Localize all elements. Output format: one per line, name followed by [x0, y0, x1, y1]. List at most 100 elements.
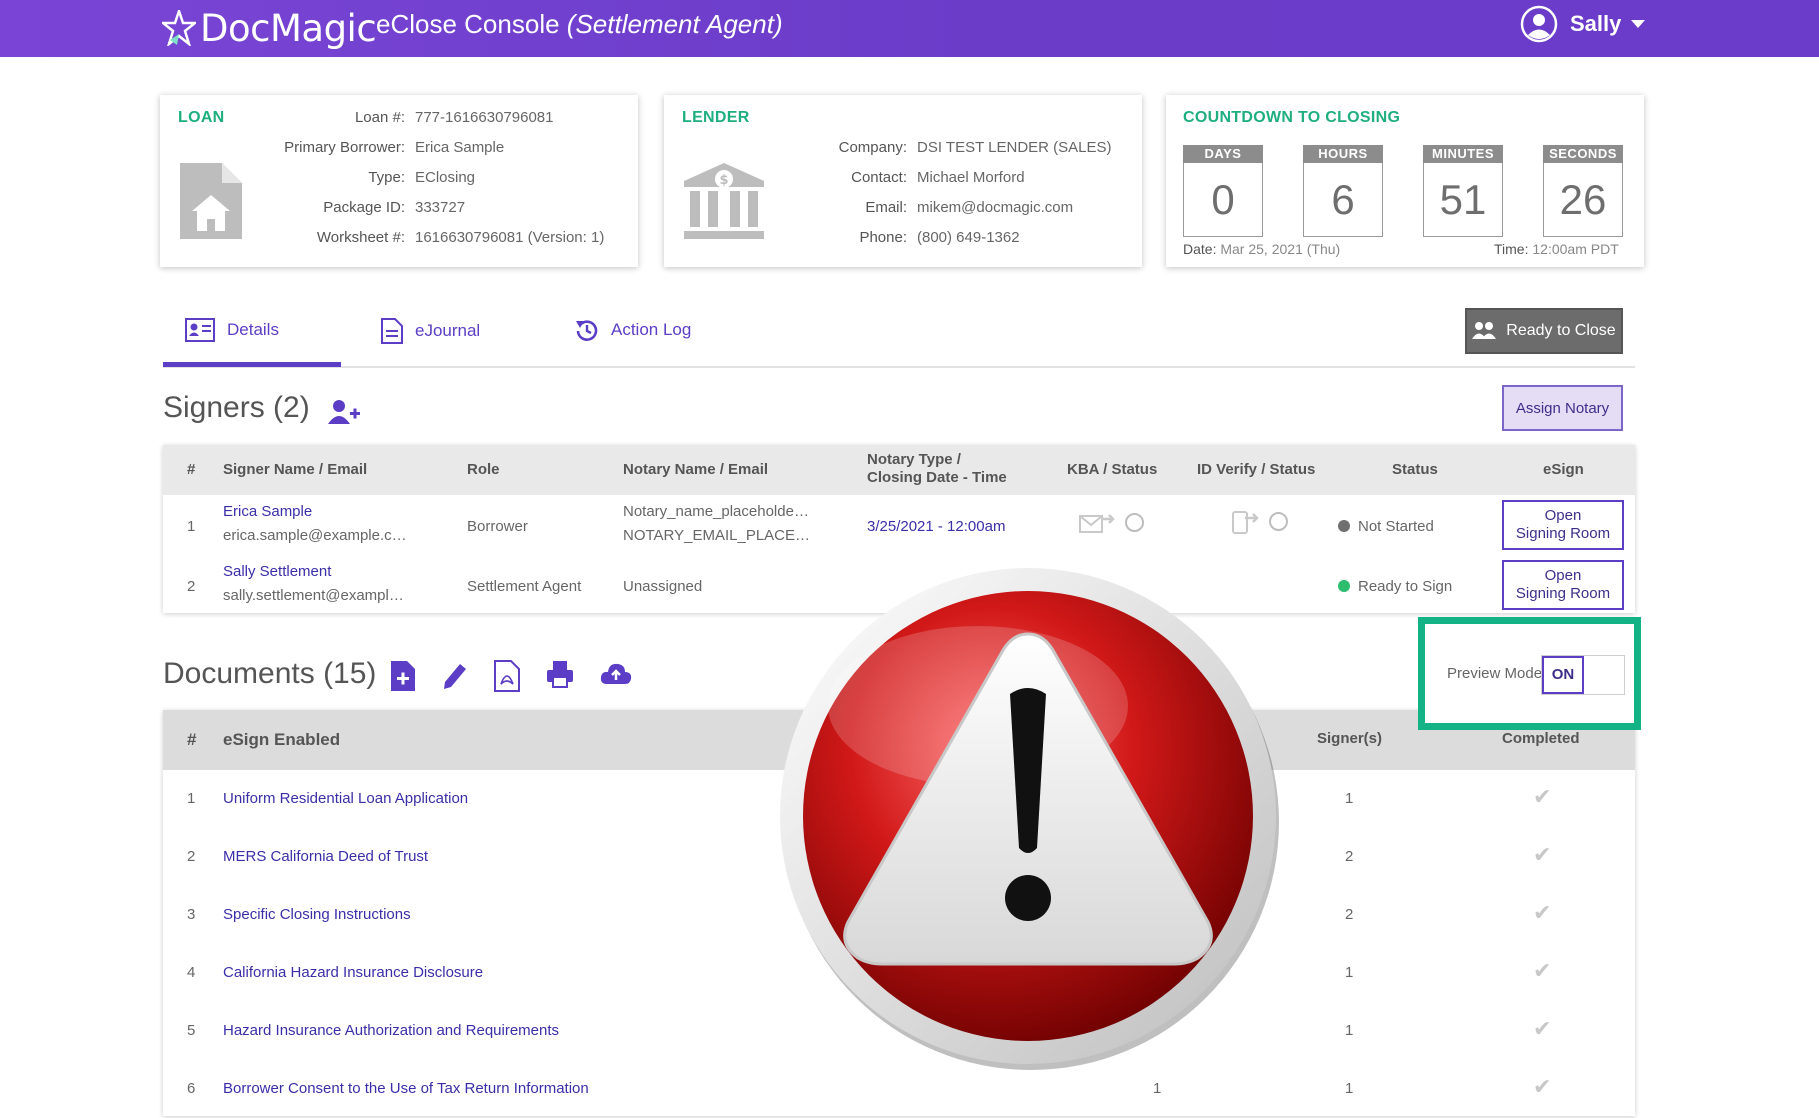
- document-link[interactable]: Uniform Residential Loan Application: [223, 790, 468, 807]
- completed-check-icon: ✔: [1533, 1016, 1552, 1041]
- table-row: 1 Erica Sample erica.sample@example.c… B…: [163, 495, 1635, 555]
- document-signers: 1: [1345, 1080, 1354, 1097]
- id-verify-icon: [1232, 511, 1259, 534]
- countdown-days: DAYS 0: [1183, 145, 1263, 237]
- ready-to-close-label: Ready to Close: [1506, 322, 1616, 339]
- add-signer-icon[interactable]: [328, 398, 360, 426]
- countdown-unit-label: DAYS: [1183, 145, 1263, 163]
- signer-status-text: Ready to Sign: [1358, 578, 1453, 595]
- ready-to-close-button[interactable]: Ready to Close: [1465, 308, 1623, 354]
- pdf-icon[interactable]: [494, 660, 520, 692]
- print-icon[interactable]: [546, 660, 574, 688]
- signer-email: sally.settlement@exampl…: [223, 587, 404, 604]
- signers-table-header: # Signer Name / Email Role Notary Name /…: [163, 445, 1635, 495]
- col-status: Status: [1392, 461, 1438, 478]
- field-label: Company:: [838, 139, 907, 156]
- documents-title: Documents (15): [163, 657, 377, 690]
- open-signing-room-button[interactable]: Open Signing Room: [1502, 560, 1624, 610]
- tab-ejournal[interactable]: eJournal: [381, 318, 480, 344]
- document-link[interactable]: MERS California Deed of Trust: [223, 848, 428, 865]
- docmagic-logo[interactable]: DocMagic: [162, 6, 377, 50]
- countdown-unit-label: HOURS: [1303, 145, 1383, 163]
- signer-name-link[interactable]: Erica Sample: [223, 503, 312, 520]
- user-menu[interactable]: Sally: [1520, 5, 1646, 43]
- notary-name: Unassigned: [623, 578, 703, 595]
- countdown-unit-value: 0: [1183, 163, 1263, 237]
- logo-text: DocMagic: [200, 6, 377, 50]
- document-link[interactable]: Borrower Consent to the Use of Tax Retur…: [223, 1080, 589, 1097]
- completed-check-icon: ✔: [1533, 784, 1552, 809]
- countdown-date-value: Mar 25, 2021 (Thu): [1220, 241, 1341, 257]
- tab-action-log[interactable]: Action Log: [575, 318, 691, 342]
- notary-email: NOTARY_EMAIL_PLACE…: [623, 527, 811, 544]
- field-label: Type:: [368, 169, 405, 186]
- assign-notary-button[interactable]: Assign Notary: [1502, 385, 1623, 431]
- row-num: 4: [187, 964, 196, 981]
- preview-mode-label: Preview Mode: [1447, 665, 1543, 682]
- countdown-unit-value: 51: [1423, 163, 1503, 237]
- add-document-icon[interactable]: [390, 660, 416, 692]
- loan-field-row: Package ID: 333727: [270, 193, 604, 223]
- lender-field-row: Phone: (800) 649-1362: [784, 223, 1112, 253]
- document-link[interactable]: Specific Closing Instructions: [223, 906, 411, 923]
- notary-name: Notary_name_placeholde…: [623, 503, 809, 520]
- document-link[interactable]: California Hazard Insurance Disclosure: [223, 964, 483, 981]
- open-signing-room-button[interactable]: Open Signing Room: [1502, 500, 1624, 550]
- tab-label: eJournal: [415, 321, 481, 340]
- id-verify-circle-icon: [1269, 511, 1288, 531]
- warning-icon: [780, 568, 1279, 1070]
- countdown-minutes: MINUTES 51: [1423, 145, 1503, 237]
- lender-card: LENDER $ Company: DSI TEST LENDER (SALES)…: [664, 95, 1142, 267]
- tab-label: Details: [227, 320, 279, 339]
- document-signers: 2: [1345, 906, 1354, 923]
- status-dot-icon: [1338, 520, 1350, 532]
- countdown-card: COUNTDOWN TO CLOSING DAYS 0 HOURS 6 MINU…: [1166, 95, 1644, 267]
- lender-fields: Company: DSI TEST LENDER (SALES) Contact:…: [784, 133, 1112, 253]
- star-logo-icon: [162, 10, 196, 46]
- countdown-unit-value: 6: [1303, 163, 1383, 237]
- signer-name-link[interactable]: Sally Settlement: [223, 563, 331, 580]
- house-document-icon: [180, 163, 242, 239]
- lender-field-row: Company: DSI TEST LENDER (SALES): [784, 133, 1112, 163]
- preview-mode-on-state: ON: [1542, 656, 1584, 694]
- signers-title: Signers (2): [163, 391, 310, 424]
- row-num: 6: [187, 1080, 196, 1097]
- document-signers: 1: [1345, 1022, 1354, 1039]
- lender-field-row: Contact: Michael Morford: [784, 163, 1112, 193]
- col-notary-type: Notary Type /: [867, 451, 961, 468]
- row-num: 2: [187, 578, 196, 595]
- document-signers: 2: [1345, 848, 1354, 865]
- field-label: Email:: [865, 199, 907, 216]
- active-tab-indicator: [163, 362, 341, 367]
- signer-status-text: Not Started: [1358, 518, 1434, 535]
- row-num: 1: [187, 790, 196, 807]
- field-value: (800) 649-1362: [917, 229, 1020, 246]
- field-label: Phone:: [859, 229, 907, 246]
- id-verify-status: [1231, 508, 1288, 534]
- preview-mode-toggle[interactable]: ON: [1541, 655, 1625, 695]
- completed-check-icon: ✔: [1533, 958, 1552, 983]
- loan-fields: Loan #: 777-1616630796081 Primary Borrowe…: [270, 103, 604, 253]
- console-title-text: eClose Console: [376, 9, 560, 39]
- tab-details[interactable]: Details: [185, 318, 279, 342]
- document-link[interactable]: Hazard Insurance Authorization and Requi…: [223, 1022, 559, 1039]
- signer-role: Settlement Agent: [467, 578, 582, 595]
- lender-heading: LENDER: [682, 109, 750, 126]
- field-value: EClosing: [415, 169, 476, 186]
- row-num: 3: [187, 906, 196, 923]
- completed-check-icon: ✔: [1533, 900, 1552, 925]
- col-role: Role: [467, 461, 500, 478]
- field-value: 777-1616630796081: [415, 109, 554, 126]
- field-label: Loan #:: [354, 109, 405, 126]
- col-completed: Completed: [1502, 730, 1580, 747]
- user-avatar-icon: [1520, 5, 1558, 43]
- countdown-time-value: 12:00am PDT: [1532, 241, 1619, 257]
- countdown-date-label: Date:: [1183, 241, 1217, 257]
- col-signers: Signer(s): [1317, 730, 1383, 747]
- field-value: DSI TEST LENDER (SALES): [917, 139, 1112, 156]
- edit-pencil-icon[interactable]: [442, 660, 468, 690]
- document-extra-count: 1: [1153, 1080, 1162, 1097]
- col-closing-date: Closing Date - Time: [867, 469, 1007, 486]
- field-value: mikem@docmagic.com: [917, 199, 1074, 216]
- cloud-upload-icon[interactable]: [600, 660, 632, 686]
